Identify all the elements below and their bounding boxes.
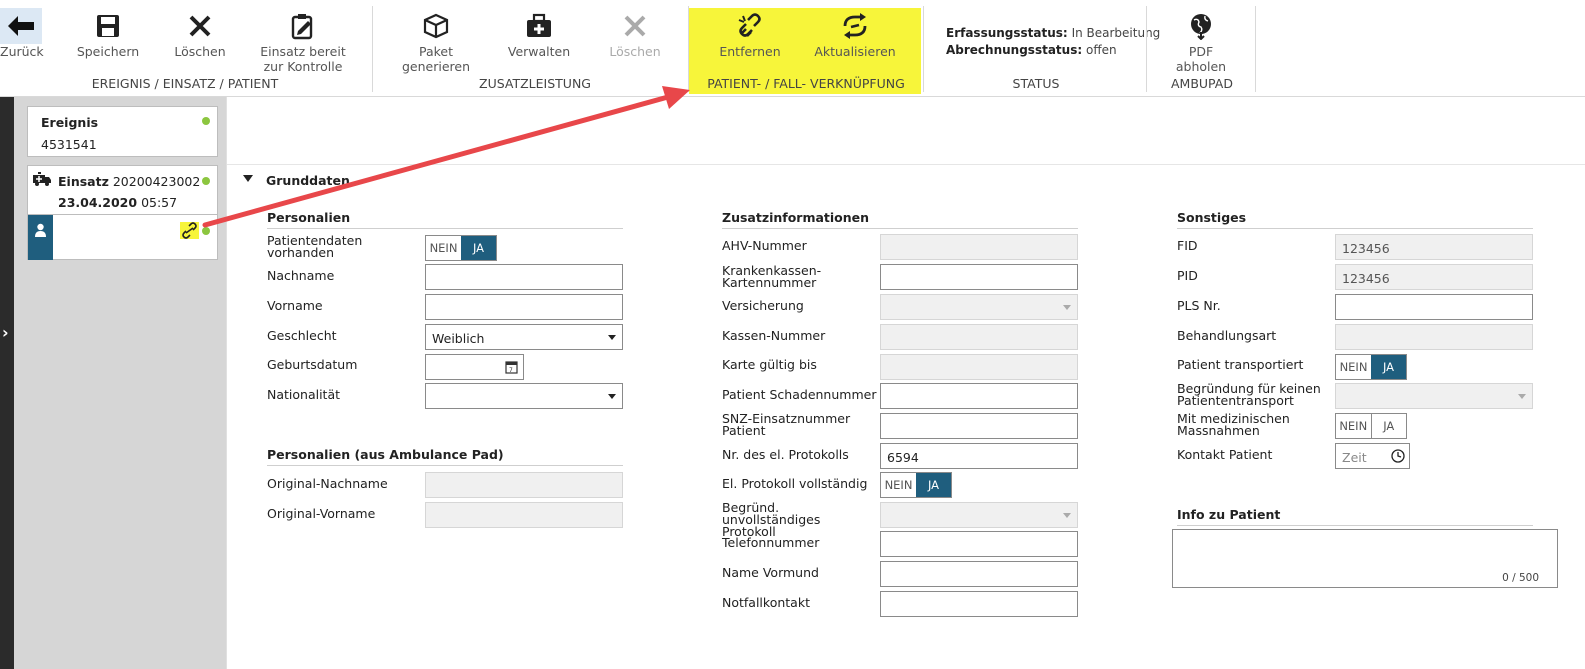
annotation-arrow	[202, 86, 690, 228]
